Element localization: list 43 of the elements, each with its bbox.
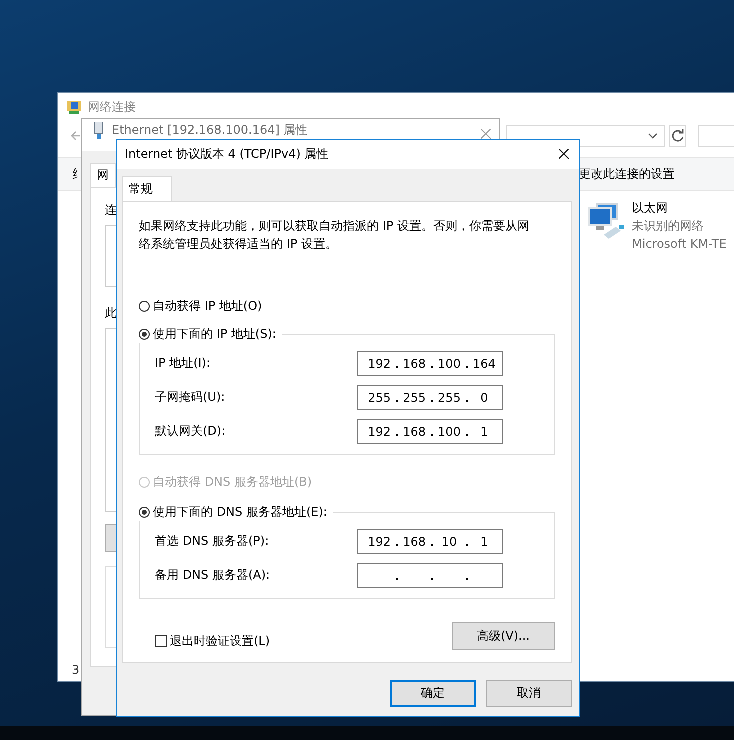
ip-address-field[interactable] bbox=[357, 563, 503, 588]
window-title: Ethernet [192.168.100.164] 属性 bbox=[112, 123, 308, 137]
checkbox[interactable] bbox=[155, 635, 167, 647]
network-adapter-icon bbox=[586, 201, 626, 241]
plug-icon bbox=[94, 122, 104, 140]
ip-address-field[interactable]: 192 168 100 1 bbox=[357, 419, 503, 444]
ok-button[interactable]: 确定 bbox=[390, 680, 476, 707]
adapter-device: Microsoft KM-TE bbox=[632, 236, 727, 253]
field-label: 首选 DNS 服务器(P): bbox=[155, 533, 270, 550]
general-tab[interactable]: 常规 bbox=[122, 176, 172, 201]
search-field[interactable] bbox=[698, 125, 734, 147]
adapter-item[interactable]: 以太网 未识别的网络 Microsoft KM-TE bbox=[586, 199, 734, 253]
field-label: 子网掩码(U): bbox=[155, 389, 226, 406]
adapter-name: 以太网 bbox=[632, 200, 669, 217]
field-label: IP 地址(I): bbox=[155, 355, 212, 372]
chevron-down-icon[interactable] bbox=[648, 133, 658, 139]
field-label: 连 bbox=[105, 202, 117, 219]
radio-button[interactable] bbox=[139, 328, 150, 340]
radio-option[interactable]: 使用下面的 IP 地址(S): bbox=[139, 325, 282, 343]
refresh-button[interactable] bbox=[668, 125, 686, 147]
field-label: 默认网关(D): bbox=[155, 423, 227, 440]
close-icon[interactable] bbox=[559, 149, 569, 159]
network-folder-icon bbox=[66, 99, 82, 115]
toolbar-item[interactable]: 纟 bbox=[72, 166, 84, 182]
window-title: 网络连接 bbox=[88, 98, 136, 116]
ip-address-field[interactable]: 192 168 10 1 bbox=[357, 529, 503, 554]
dialog-title: Internet 协议版本 4 (TCP/IPv4) 属性 bbox=[125, 146, 329, 163]
tab[interactable]: 网 bbox=[90, 163, 116, 187]
ip-address-field[interactable]: 255 255 255 0 bbox=[357, 385, 503, 410]
ip-address-field[interactable]: 192 168 100 164 bbox=[357, 351, 503, 376]
advanced-button[interactable]: 高级(V)... bbox=[452, 622, 555, 650]
field-label: 此 bbox=[105, 305, 117, 322]
change-settings-button[interactable]: 更改此连接的设置 bbox=[579, 166, 675, 182]
adapter-status: 未识别的网络 bbox=[632, 218, 705, 235]
radio-option[interactable]: 自动获得 IP 地址(O) bbox=[139, 297, 555, 315]
description-text: 如果网络支持此功能，则可以获取自动指派的 IP 设置。否则，你需要从网络系统管理员处获得适当的 IP 设置。 bbox=[139, 218, 530, 253]
cancel-button[interactable]: 取消 bbox=[486, 680, 572, 707]
checkbox-option[interactable]: 退出时验证设置(L) bbox=[155, 632, 270, 650]
field-label: 备用 DNS 服务器(A): bbox=[155, 567, 272, 584]
radio-button[interactable] bbox=[139, 506, 150, 518]
status-bar-text: 3 bbox=[72, 663, 80, 677]
radio-option[interactable]: 使用下面的 DNS 服务器地址(E): bbox=[139, 503, 334, 521]
radio-button[interactable] bbox=[139, 300, 150, 312]
